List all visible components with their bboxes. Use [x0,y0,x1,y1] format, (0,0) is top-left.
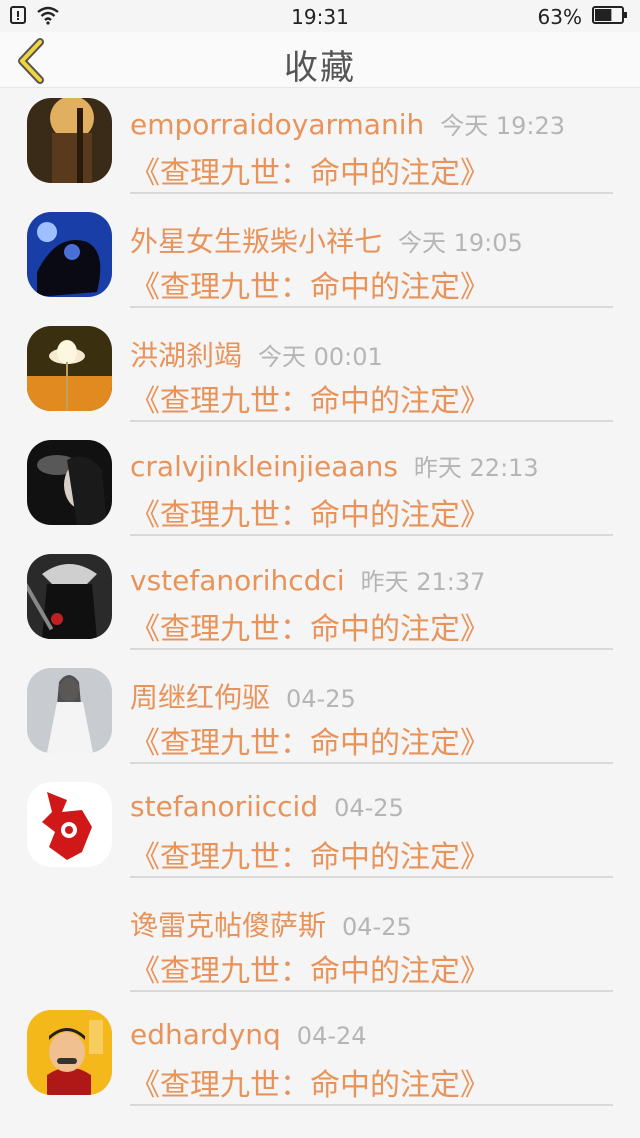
book-title[interactable]: 《查理九世：命中的注定》 [130,946,490,990]
divider [130,762,613,764]
book-title[interactable]: 《查理九世：命中的注定》 [130,490,490,534]
book-title[interactable]: 《查理九世：命中的注定》 [130,376,490,420]
divider [130,534,613,536]
nav-bar: 收藏 [0,32,640,88]
username[interactable]: 外星女生叛柴小祥七 [130,225,382,258]
divider [130,306,613,308]
username[interactable]: emporraidoyarmanih [130,108,424,141]
book-title[interactable]: 《查理九世：命中的注定》 [130,1060,490,1104]
username[interactable]: vstefanorihcdci [130,564,345,597]
divider [130,420,613,422]
book-title[interactable]: 《查理九世：命中的注定》 [130,262,490,306]
avatar[interactable] [27,782,112,867]
divider [130,990,613,992]
username[interactable]: 谗雷克帖傻萨斯 [130,909,326,942]
timestamp: 04-24 [296,1022,367,1050]
list-item[interactable]: 洪湖刹竭 今天 00:01 《查理九世：命中的注定》 [0,316,640,430]
list-item[interactable]: cralvjinkleinjieaans 昨天 22:13 《查理九世：命中的注定… [0,430,640,544]
list-item[interactable]: stefanoriiccid 04-25 《查理九世：命中的注定》 [0,772,640,886]
list-item[interactable]: 谗雷克帖傻萨斯 04-25 《查理九世：命中的注定》 [0,886,640,1000]
book-title[interactable]: 《查理九世：命中的注定》 [130,832,490,876]
avatar[interactable] [27,896,112,981]
avatar[interactable] [27,212,112,297]
timestamp: 04-25 [286,685,356,713]
divider [130,1104,613,1106]
status-bar: 19:31 63% [0,0,640,32]
divider [130,192,613,194]
avatar[interactable] [27,668,112,753]
timestamp: 今天 19:23 [440,112,566,140]
list-item[interactable]: vstefanorihcdci 昨天 21:37 《查理九世：命中的注定》 [0,544,640,658]
list-item[interactable]: edhardynq 04-24 《查理九世：命中的注定》 [0,1000,640,1114]
timestamp: 04-25 [334,794,404,822]
status-icons-right: 63% [538,5,628,29]
avatar[interactable] [27,440,112,525]
username[interactable]: edhardynq [130,1018,281,1051]
favorites-list: emporraidoyarmanih 今天 19:23 《查理九世：命中的注定》 … [0,88,640,1114]
battery-icon [592,5,628,29]
avatar[interactable] [27,326,112,411]
username[interactable]: 洪湖刹竭 [130,339,242,372]
book-title[interactable]: 《查理九世：命中的注定》 [130,718,490,762]
timestamp: 今天 19:05 [398,229,523,257]
book-title[interactable]: 《查理九世：命中的注定》 [130,148,490,192]
battery-percent: 63% [537,5,582,29]
divider [130,648,613,650]
timestamp: 昨天 22:13 [413,454,539,482]
avatar[interactable] [27,98,112,183]
username[interactable]: 周继红佝驱 [130,681,270,714]
page-title: 收藏 [284,48,356,88]
avatar[interactable] [27,1010,112,1095]
list-item[interactable]: 周继红佝驱 04-25 《查理九世：命中的注定》 [0,658,640,772]
username[interactable]: cralvjinkleinjieaans [130,450,398,483]
divider [130,876,613,878]
avatar[interactable] [27,554,112,639]
timestamp: 昨天 21:37 [360,568,486,596]
book-title[interactable]: 《查理九世：命中的注定》 [130,604,490,648]
timestamp: 今天 00:01 [258,343,383,371]
list-item[interactable]: 外星女生叛柴小祥七 今天 19:05 《查理九世：命中的注定》 [0,202,640,316]
timestamp: 04-25 [342,913,412,941]
username[interactable]: stefanoriiccid [130,790,318,823]
list-item[interactable]: emporraidoyarmanih 今天 19:23 《查理九世：命中的注定》 [0,88,640,202]
